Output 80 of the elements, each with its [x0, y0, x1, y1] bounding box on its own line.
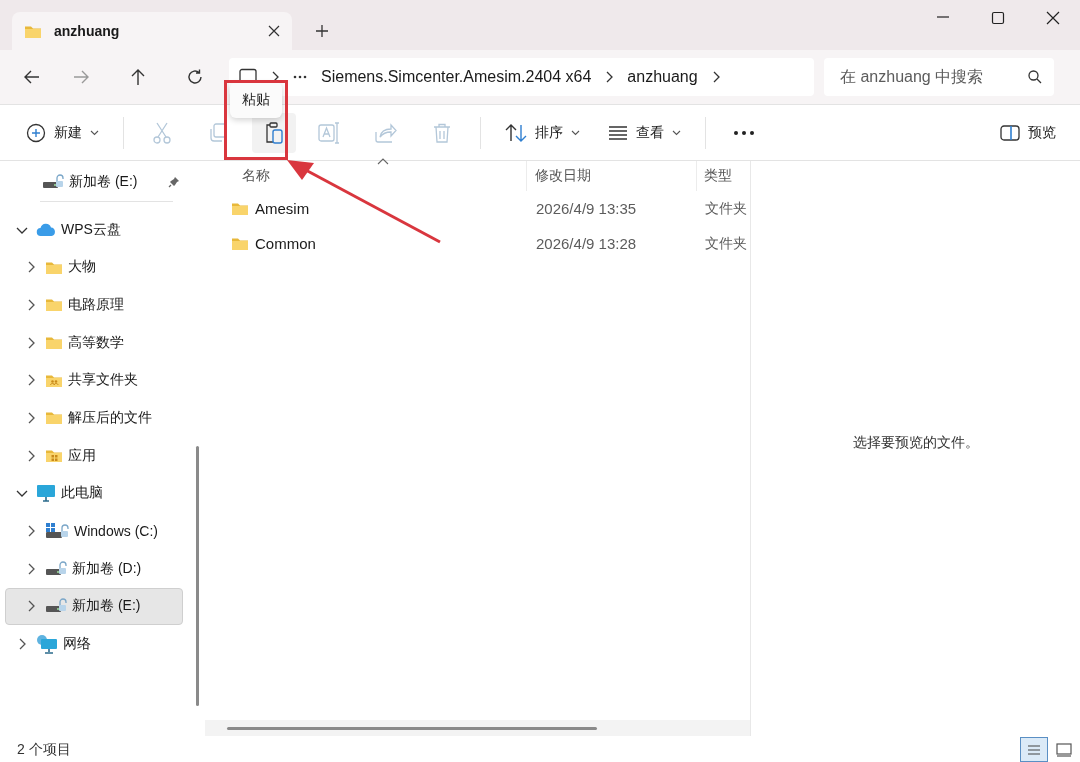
sort-caret-icon: [377, 157, 389, 165]
preview-pane-icon: [1000, 124, 1020, 141]
sidebar-item[interactable]: 应用: [5, 436, 183, 475]
folder-icon: [231, 236, 249, 251]
pin-icon: [168, 175, 180, 188]
close-icon[interactable]: [1045, 11, 1060, 25]
network-icon: [36, 634, 58, 655]
share-icon: [375, 122, 397, 143]
sort-icon: [505, 123, 527, 142]
sidebar-item[interactable]: 共享文件夹: [5, 361, 183, 400]
maximize-icon[interactable]: [990, 11, 1005, 25]
forward-icon[interactable]: [71, 68, 90, 86]
sidebar-item[interactable]: Windows (C:): [5, 512, 183, 550]
trash-icon: [433, 122, 451, 143]
sidebar-item[interactable]: 此电脑: [5, 474, 183, 513]
plus-circle-icon: [26, 122, 46, 143]
scrollbar-thumb[interactable]: [196, 446, 199, 706]
sidebar-item[interactable]: 网络: [5, 625, 183, 663]
windows-drive-icon: [45, 522, 69, 541]
caret-icon: [672, 129, 681, 136]
scissors-icon: [153, 121, 171, 144]
breadcrumb[interactable]: Siemens.Simcenter.Amesim.2404 x64: [321, 68, 592, 86]
drive-icon: [45, 560, 67, 577]
drive-icon: [45, 598, 67, 615]
sort-button[interactable]: 排序: [497, 112, 588, 153]
sidebar-item[interactable]: 大物: [5, 248, 183, 287]
scrollbar-thumb[interactable]: [227, 726, 597, 730]
item-count: 2 个项目: [17, 740, 71, 759]
search-icon: [1028, 70, 1042, 84]
caret-icon: [90, 129, 99, 136]
folder-icon: [231, 201, 249, 216]
back-icon[interactable]: [23, 68, 41, 86]
file-date: 2026/4/9 13:35: [535, 200, 638, 217]
caret-icon: [571, 129, 580, 136]
refresh-icon[interactable]: [185, 68, 204, 86]
chevron-icon: [605, 71, 614, 83]
tooltip: 粘贴: [230, 82, 282, 118]
tab-title: anzhuang: [54, 23, 121, 39]
close-icon[interactable]: [268, 25, 280, 37]
view-button[interactable]: 查看: [600, 112, 689, 153]
sidebar-item[interactable]: 新加卷 (D:): [5, 549, 183, 588]
more-icon[interactable]: [293, 75, 307, 79]
monitor-icon: [36, 484, 56, 503]
file-row[interactable]: Amesim 2026/4/9 13:35 文件夹: [205, 191, 750, 226]
file-date: 2026/4/9 13:28: [535, 235, 638, 252]
sidebar-item[interactable]: WPS云盘: [5, 210, 183, 249]
preview-button[interactable]: 预览: [992, 112, 1064, 153]
chevron-icon: [711, 71, 720, 83]
sidebar-item[interactable]: 新加卷 (E:): [5, 163, 183, 201]
sidebar-item[interactable]: 解压后的文件: [5, 399, 183, 437]
folder-icon: [45, 297, 63, 313]
drive-icon: [42, 173, 64, 190]
sidebar-item[interactable]: 新加卷 (E:): [5, 587, 183, 626]
file-type: 文件夹: [704, 234, 748, 253]
column-header[interactable]: 类型: [697, 161, 750, 191]
file-row[interactable]: Common 2026/4/9 13:28 文件夹: [205, 226, 750, 261]
browser-tab[interactable]: anzhuang: [12, 12, 292, 50]
clipboard-icon: [265, 121, 283, 144]
rename-icon: [318, 121, 342, 144]
file-type: 文件夹: [704, 199, 748, 218]
sidebar-item[interactable]: 高等数学: [5, 323, 183, 362]
new-button[interactable]: 新建: [18, 112, 107, 153]
search-field[interactable]: 在 anzhuang 中搜索: [824, 58, 1054, 96]
more-icon: [733, 129, 755, 136]
file-name: Amesim: [255, 200, 310, 217]
breadcrumb[interactable]: anzhuang: [627, 68, 698, 86]
sidebar-item[interactable]: 电路原理: [5, 286, 183, 324]
new-tab-icon[interactable]: [315, 24, 329, 38]
folder-icon: [45, 410, 63, 426]
folder-icon: [45, 335, 63, 351]
list-lines-icon: [608, 124, 628, 141]
details-view-button[interactable]: [1020, 737, 1048, 762]
file-name: Common: [255, 235, 316, 252]
tiles-icon: [1056, 742, 1072, 757]
list-lines-icon: [1027, 743, 1041, 756]
cloud-icon: [36, 222, 56, 237]
column-header[interactable]: 修改日期: [527, 161, 697, 191]
chevron-icon: [271, 71, 279, 83]
preview-message: 选择要预览的文件。: [852, 433, 979, 452]
app-folder-icon: [45, 448, 63, 464]
